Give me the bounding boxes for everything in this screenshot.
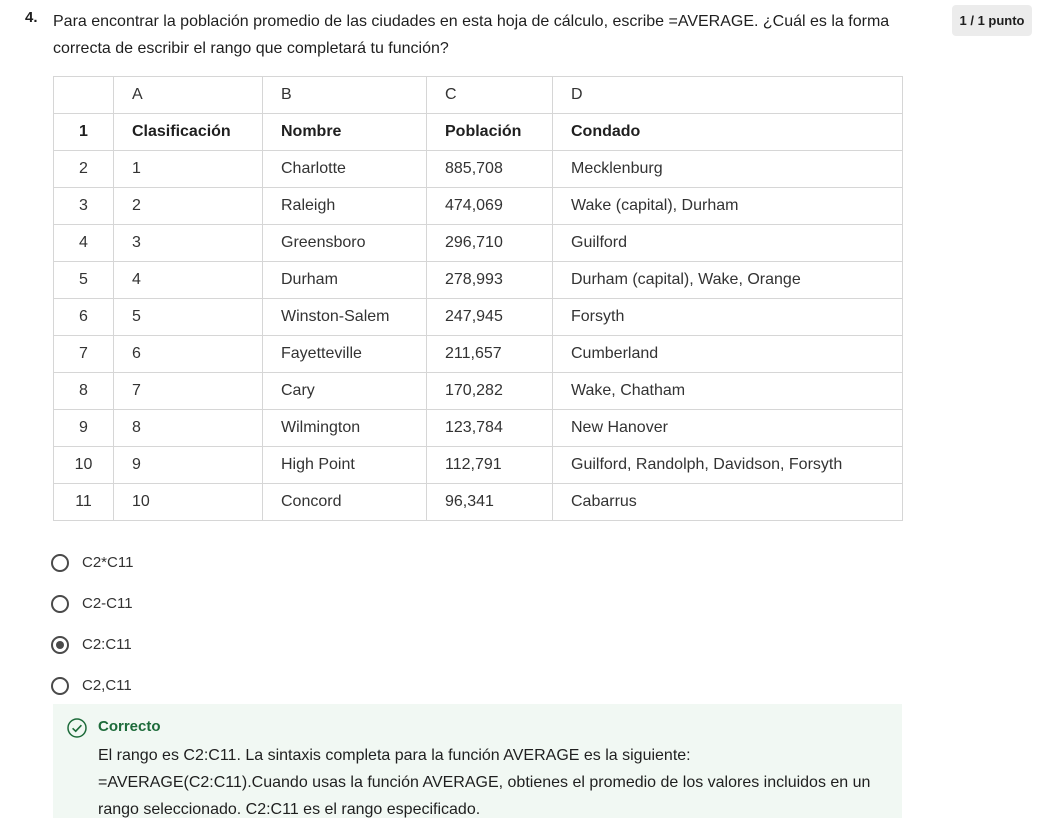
table-row: 8 7 Cary 170,282 Wake, Chatham: [53, 372, 903, 410]
table-cell: 1: [113, 150, 263, 188]
table-cell: 8: [113, 409, 263, 447]
table-cell: High Point: [262, 446, 427, 484]
table-cell: Durham: [262, 261, 427, 299]
row-number-cell: [53, 76, 114, 114]
table-cell: Wake (capital), Durham: [552, 187, 903, 225]
radio-checked-icon[interactable]: [51, 635, 69, 654]
question-number: 4.: [25, 9, 38, 26]
table-cell: 247,945: [426, 298, 553, 336]
table-cell: Población: [426, 113, 553, 151]
table-cell: 5: [113, 298, 263, 336]
answer-option[interactable]: C2*C11: [51, 542, 133, 583]
table-row: 10 9 High Point 112,791 Guilford, Randolph, …: [53, 446, 903, 484]
table-row: 11 10 Concord 96,341 Cabarrus: [53, 483, 903, 521]
table-cell: 9: [113, 446, 263, 484]
question-prompt: Para encontrar la población promedio de …: [53, 13, 890, 57]
table-cell: 123,784: [426, 409, 553, 447]
table-cell: Guilford, Randolph, Davidson, Forsyth: [552, 446, 903, 484]
table-cell: Cabarrus: [552, 483, 903, 521]
table-cell: Charlotte: [262, 150, 427, 188]
table-cell: Fayetteville: [262, 335, 427, 373]
table-cell: Wilmington: [262, 409, 427, 447]
table-cell: 474,069: [426, 187, 553, 225]
table-cell: 7: [113, 372, 263, 410]
answer-option[interactable]: C2,C11: [51, 665, 133, 706]
table-cell: 6: [113, 335, 263, 373]
row-number-cell: 11: [53, 483, 114, 521]
table-row: 2 1 Charlotte 885,708 Mecklenburg: [53, 150, 903, 188]
table-cell: Concord: [262, 483, 427, 521]
table-cell: A: [113, 76, 263, 114]
row-number-cell: 4: [53, 224, 114, 262]
table-cell: Forsyth: [552, 298, 903, 336]
table-cell: 278,993: [426, 261, 553, 299]
answer-option-label: C2*C11: [82, 554, 134, 571]
row-number-cell: 2: [53, 150, 114, 188]
table-cell: New Hanover: [552, 409, 903, 447]
radio-unchecked-icon[interactable]: [51, 676, 69, 695]
row-number-cell: 1: [53, 113, 114, 151]
spreadsheet-table: A B C D 1 Clasificación Nombre Población Condado…: [53, 76, 903, 521]
table-row: 6 5 Winston-Salem 247,945 Forsyth: [53, 298, 903, 336]
table-cell: 96,341: [426, 483, 553, 521]
table-cell: 112,791: [426, 446, 553, 484]
answer-options: C2*C11 C2-C11 C2:C11 C2,C11: [51, 542, 133, 706]
row-number-cell: 10: [53, 446, 114, 484]
row-number-cell: 8: [53, 372, 114, 410]
table-cell: Nombre: [262, 113, 427, 151]
table-cell: Cary: [262, 372, 427, 410]
column-header-row: ABCD: [53, 76, 903, 114]
table-cell: Guilford: [552, 224, 903, 262]
table-cell: 10: [113, 483, 263, 521]
table-cell: Cumberland: [552, 335, 903, 373]
table-cell: 296,710: [426, 224, 553, 262]
table-cell: D: [552, 76, 903, 114]
table-cell: 170,282: [426, 372, 553, 410]
answer-option-label: C2-C11: [82, 595, 133, 612]
table-cell: Winston-Salem: [262, 298, 427, 336]
table-cell: 4: [113, 261, 263, 299]
table-cell: Clasificación: [113, 113, 263, 151]
check-circle-icon: [67, 718, 87, 738]
table-row: 7 6 Fayetteville 211,657 Cumberland: [53, 335, 903, 373]
feedback-panel: Correcto El rango es C2:C11. La sintaxis…: [53, 704, 902, 818]
row-number-cell: 6: [53, 298, 114, 336]
answer-option-label: C2:C11: [82, 636, 132, 653]
table-cell: C: [426, 76, 553, 114]
answer-option[interactable]: C2-C11: [51, 583, 133, 624]
score-badge: 1 / 1 punto: [952, 5, 1032, 36]
row-number-cell: 5: [53, 261, 114, 299]
feedback-title: Correcto: [98, 718, 161, 735]
answer-option[interactable]: C2:C11: [51, 624, 133, 665]
answer-option-label: C2,C11: [82, 677, 132, 694]
radio-unchecked-icon[interactable]: [51, 553, 69, 572]
table-cell: Durham (capital), Wake, Orange: [552, 261, 903, 299]
table-row: 3 2 Raleigh 474,069 Wake (capital), Durham: [53, 187, 903, 225]
feedback-text: El rango es C2:C11. La sintaxis completa…: [98, 747, 871, 818]
row-number-cell: 7: [53, 335, 114, 373]
table-row: 1 Clasificación Nombre Población Condado: [53, 113, 903, 151]
table-cell: 2: [113, 187, 263, 225]
row-number-cell: 9: [53, 409, 114, 447]
radio-unchecked-icon[interactable]: [51, 594, 69, 613]
table-cell: Greensboro: [262, 224, 427, 262]
table-row: 5 4 Durham 278,993 Durham (capital), Wake, O…: [53, 261, 903, 299]
row-number-cell: 3: [53, 187, 114, 225]
table-cell: Raleigh: [262, 187, 427, 225]
table-cell: Mecklenburg: [552, 150, 903, 188]
table-cell: B: [262, 76, 427, 114]
table-cell: Condado: [552, 113, 903, 151]
table-row: 9 8 Wilmington 123,784 New Hanover: [53, 409, 903, 447]
table-cell: 885,708: [426, 150, 553, 188]
table-cell: 211,657: [426, 335, 553, 373]
table-cell: 3: [113, 224, 263, 262]
table-row: 4 3 Greensboro 296,710 Guilford: [53, 224, 903, 262]
table-cell: Wake, Chatham: [552, 372, 903, 410]
